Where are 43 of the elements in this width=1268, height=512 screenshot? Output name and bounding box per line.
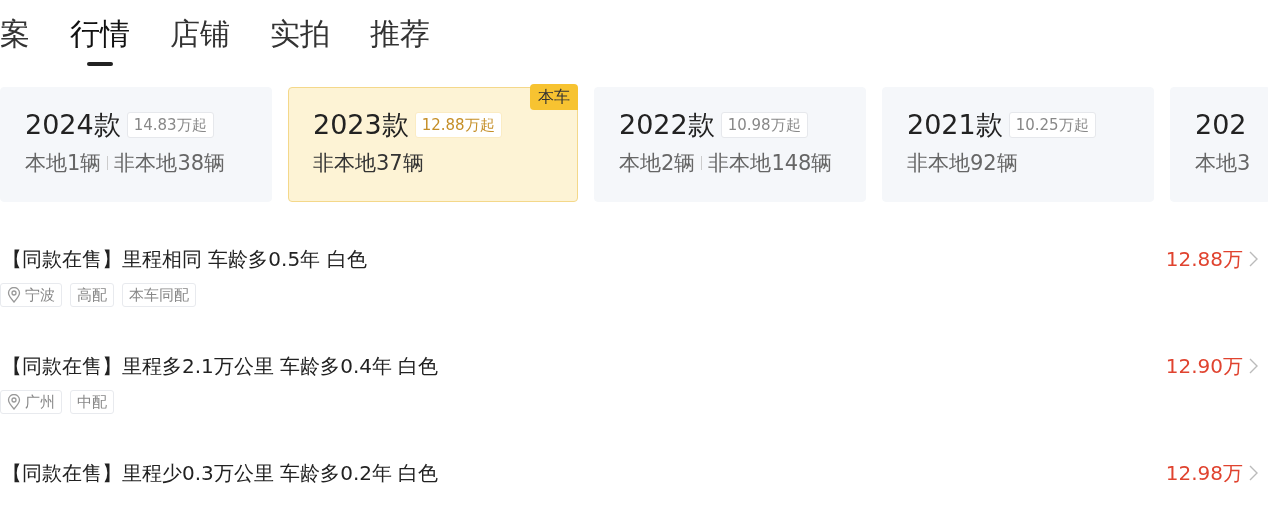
tab[interactable]: 店铺 (170, 14, 230, 66)
chevron-right-icon[interactable] (1249, 250, 1258, 268)
listing-title[interactable]: 【同款在售】里程少0.3万公里 车龄多0.2年 白色 (2, 459, 439, 487)
listing-title[interactable]: 【同款在售】里程相同 车龄多0.5年 白色 (2, 245, 367, 273)
listing-price: 12.90万 (1165, 353, 1243, 380)
model-year: 2024款 (25, 108, 121, 142)
model-year: 2023款 (313, 108, 409, 142)
tab[interactable]: 推荐 (370, 14, 430, 66)
model-card[interactable]: 2021款 10.25万起 非本地92辆 (882, 87, 1154, 202)
vehicle-count: 本地3 (1195, 150, 1251, 177)
vehicle-count: 非本地92辆 (907, 150, 1018, 177)
tab[interactable]: 实拍 (270, 14, 330, 66)
model-card[interactable]: 202 本地3 (1170, 87, 1268, 202)
starting-price-tag: 12.88万起 (414, 112, 502, 138)
starting-price-tag: 14.83万起 (126, 112, 214, 138)
location-pin-icon (7, 287, 21, 303)
model-year: 202 (1195, 108, 1247, 142)
starting-price-tag: 10.25万起 (1008, 112, 1096, 138)
location-text: 宁波 (25, 285, 55, 306)
vehicle-count: 本地1辆 (25, 150, 102, 177)
listing-title[interactable]: 【同款在售】里程多2.1万公里 车龄多0.4年 白色 (2, 352, 439, 380)
vehicle-count: 非本地38辆 (114, 150, 226, 177)
vehicle-count: 非本地37辆 (313, 150, 424, 177)
location-text: 广州 (25, 392, 55, 413)
listing-price: 12.88万 (1165, 246, 1243, 273)
model-year: 2022款 (619, 108, 715, 142)
location-pin-icon (7, 394, 21, 410)
chevron-right-icon[interactable] (1249, 357, 1258, 375)
model-card[interactable]: 2022款 10.98万起 本地2辆 非本地148辆 (594, 87, 866, 202)
current-car-badge: 本车 (530, 84, 578, 110)
vehicle-count: 本地2辆 (619, 150, 696, 177)
spec-tag: 高配 (70, 283, 114, 307)
spec-tag: 本车同配 (122, 283, 196, 307)
starting-price-tag: 10.98万起 (720, 112, 808, 138)
chevron-right-icon[interactable] (1249, 464, 1258, 482)
spec-tag: 中配 (70, 390, 114, 414)
model-card[interactable]: 2023款 12.88万起 非本地37辆 本车 (288, 87, 578, 202)
tab[interactable]: 行情 (70, 14, 130, 66)
model-year: 2021款 (907, 108, 1003, 142)
model-card[interactable]: 2024款 14.83万起 本地1辆 非本地38辆 (0, 87, 272, 202)
listing-price: 12.98万 (1165, 460, 1243, 487)
tab[interactable]: 案 (0, 14, 30, 66)
vehicle-count: 非本地148辆 (708, 150, 833, 177)
